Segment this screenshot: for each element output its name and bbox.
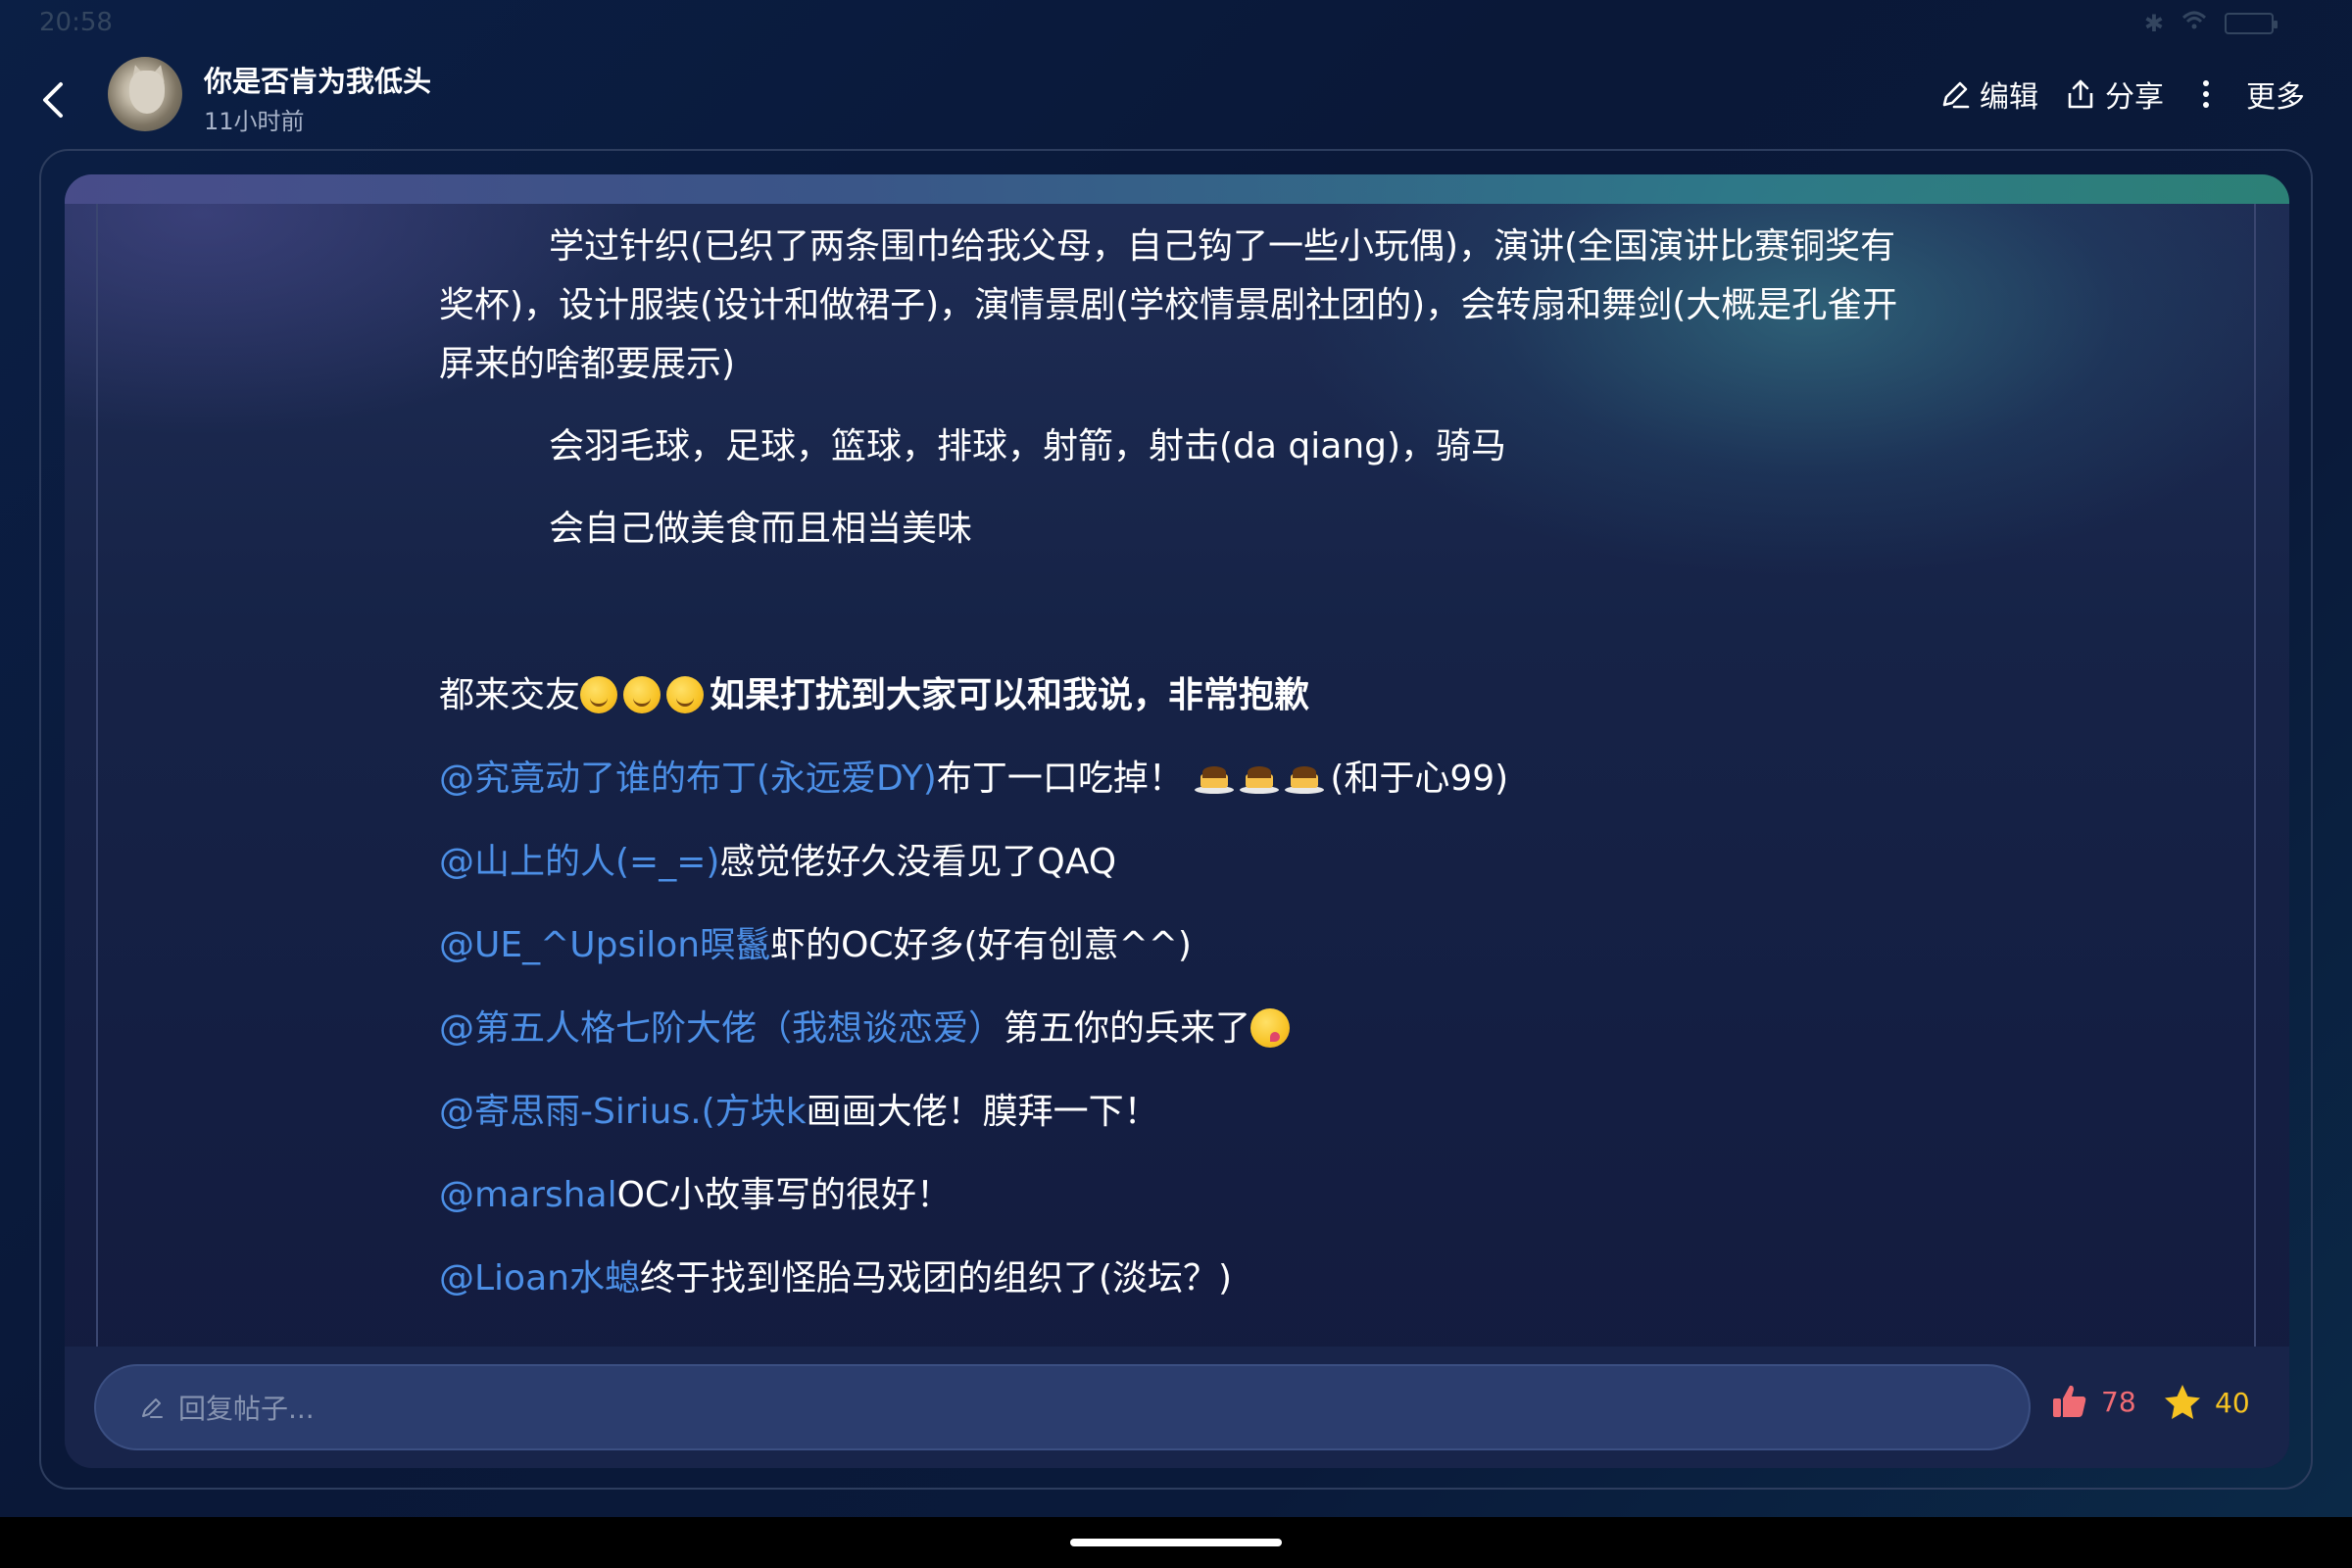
mention-line: @marshalOC小故事写的很好！ [439, 1166, 1919, 1225]
reply-placeholder: 回复帖子... [178, 1393, 315, 1425]
status-icons: ✱ [2143, 10, 2278, 37]
pencil-icon [1942, 81, 1970, 109]
share-icon [2068, 79, 2093, 109]
friend-line: 都来交友 如果打扰到大家可以和我说，非常抱歉 [439, 666, 1919, 725]
status-time: 20:58 [39, 8, 113, 37]
more-vertical-icon [2203, 80, 2209, 108]
user-mention[interactable]: @第五人格七阶大佬（我想谈恋爱） [439, 1008, 1004, 1049]
mention-text: 感觉佬好久没看见了QAQ [719, 842, 1117, 882]
mention-text: 终于找到怪胎马戏团的组织了(淡坛？) [639, 1258, 1233, 1298]
hugging-emoji-icon [623, 676, 662, 713]
battery-icon [2225, 13, 2278, 34]
mention-line: @UE_^Upsilon暝鬣虾的OC好多(好有创意^^) [439, 916, 1919, 975]
mention-text: 虾的OC好多(好有创意^^) [770, 925, 1192, 965]
pencil-icon [142, 1398, 163, 1418]
mention-text: 第五你的兵来了 [1004, 1008, 1251, 1049]
user-mention[interactable]: @究竟动了谁的布丁(永远爱DY) [439, 759, 937, 799]
mention-line: @寄思雨-Sirius.(方块k画画大佬！膜拜一下！ [439, 1083, 1919, 1142]
edit-label: 编辑 [1980, 80, 2038, 115]
share-label: 分享 [2105, 80, 2164, 115]
thumbs-up-icon [2053, 1385, 2086, 1417]
more-label: 更多 [2246, 80, 2305, 115]
friend-bold-text: 如果打扰到大家可以和我说，非常抱歉 [710, 675, 1310, 715]
wifi-icon [2181, 10, 2207, 37]
friend-prefix: 都来交友 [439, 675, 581, 715]
user-mention[interactable]: @marshal [439, 1175, 617, 1215]
bluetooth-icon: ✱ [2143, 10, 2164, 37]
system-nav-bar [0, 1517, 2352, 1568]
like-button[interactable]: 78 [2050, 1382, 2136, 1421]
back-arrow-icon [43, 82, 63, 118]
post-paragraph: 学过针织(已织了两条围巾给我父母，自己钩了一些小玩偶)，演讲(全国演讲比赛铜奖有… [439, 226, 1898, 384]
mention-line: @山上的人(=_=)感觉佬好久没看见了QAQ [439, 833, 1919, 892]
share-button[interactable]: 分享 [2064, 73, 2164, 116]
pudding-emoji-icon [1240, 762, 1280, 796]
avatar[interactable] [108, 57, 182, 131]
post-body: 学过针织(已织了两条围巾给我父母，自己钩了一些小玩偶)，演讲(全国演讲比赛铜奖有… [439, 218, 1919, 1333]
post-header: 你是否肯为我低头 11小时前 编辑 分享 更多 [0, 53, 2352, 147]
reply-bar: 回复帖子... 78 40 [65, 1347, 2289, 1468]
user-mention[interactable]: @UE_^Upsilon暝鬣 [439, 925, 770, 965]
hugging-emoji-icon [580, 676, 618, 713]
home-indicator[interactable] [1070, 1539, 1282, 1546]
favorite-count: 40 [2215, 1386, 2250, 1419]
mention-text: OC小故事写的很好！ [616, 1175, 953, 1215]
post-paragraph: 会羽毛球，足球，篮球，排球，射箭，射击(da qiang)，骑马 [549, 426, 1507, 466]
favorite-button[interactable]: 40 [2162, 1382, 2250, 1423]
status-bar: 20:58 ✱ [0, 0, 2352, 45]
post-paragraph: 会自己做美食而且相当美味 [549, 509, 973, 549]
more-button[interactable]: 更多 [2189, 73, 2305, 116]
post-time: 11小时前 [204, 108, 305, 135]
pudding-emoji-icon [1195, 762, 1235, 796]
author-name[interactable]: 你是否肯为我低头 [204, 59, 431, 100]
back-button[interactable] [35, 73, 71, 127]
star-icon [2165, 1385, 2200, 1419]
mention-text: 画画大佬！膜拜一下！ [806, 1092, 1159, 1132]
yum-emoji-icon [1250, 1008, 1291, 1048]
mention-line: @究竟动了谁的布丁(永远爱DY)布丁一口吃掉！ (和于心99) [439, 750, 1919, 808]
hugging-emoji-icon [666, 676, 705, 713]
mention-line: @第五人格七阶大佬（我想谈恋爱）第五你的兵来了 [439, 1000, 1919, 1058]
mention-line: @Lioan水螅终于找到怪胎马戏团的组织了(淡坛？) [439, 1250, 1919, 1308]
user-mention[interactable]: @寄思雨-Sirius.(方块k [439, 1092, 807, 1132]
edit-button[interactable]: 编辑 [1938, 73, 2038, 116]
mention-text: 布丁一口吃掉！ [936, 759, 1184, 799]
like-count: 78 [2101, 1385, 2136, 1418]
user-mention[interactable]: @山上的人(=_=) [439, 842, 719, 882]
mention-text: (和于心99) [1330, 759, 1509, 799]
header-actions: 编辑 分享 更多 [1938, 73, 2305, 116]
reply-input[interactable]: 回复帖子... [94, 1364, 2031, 1450]
user-mention[interactable]: @Lioan水螅 [439, 1258, 640, 1298]
pudding-emoji-icon [1285, 762, 1325, 796]
card-glow [65, 174, 2289, 204]
